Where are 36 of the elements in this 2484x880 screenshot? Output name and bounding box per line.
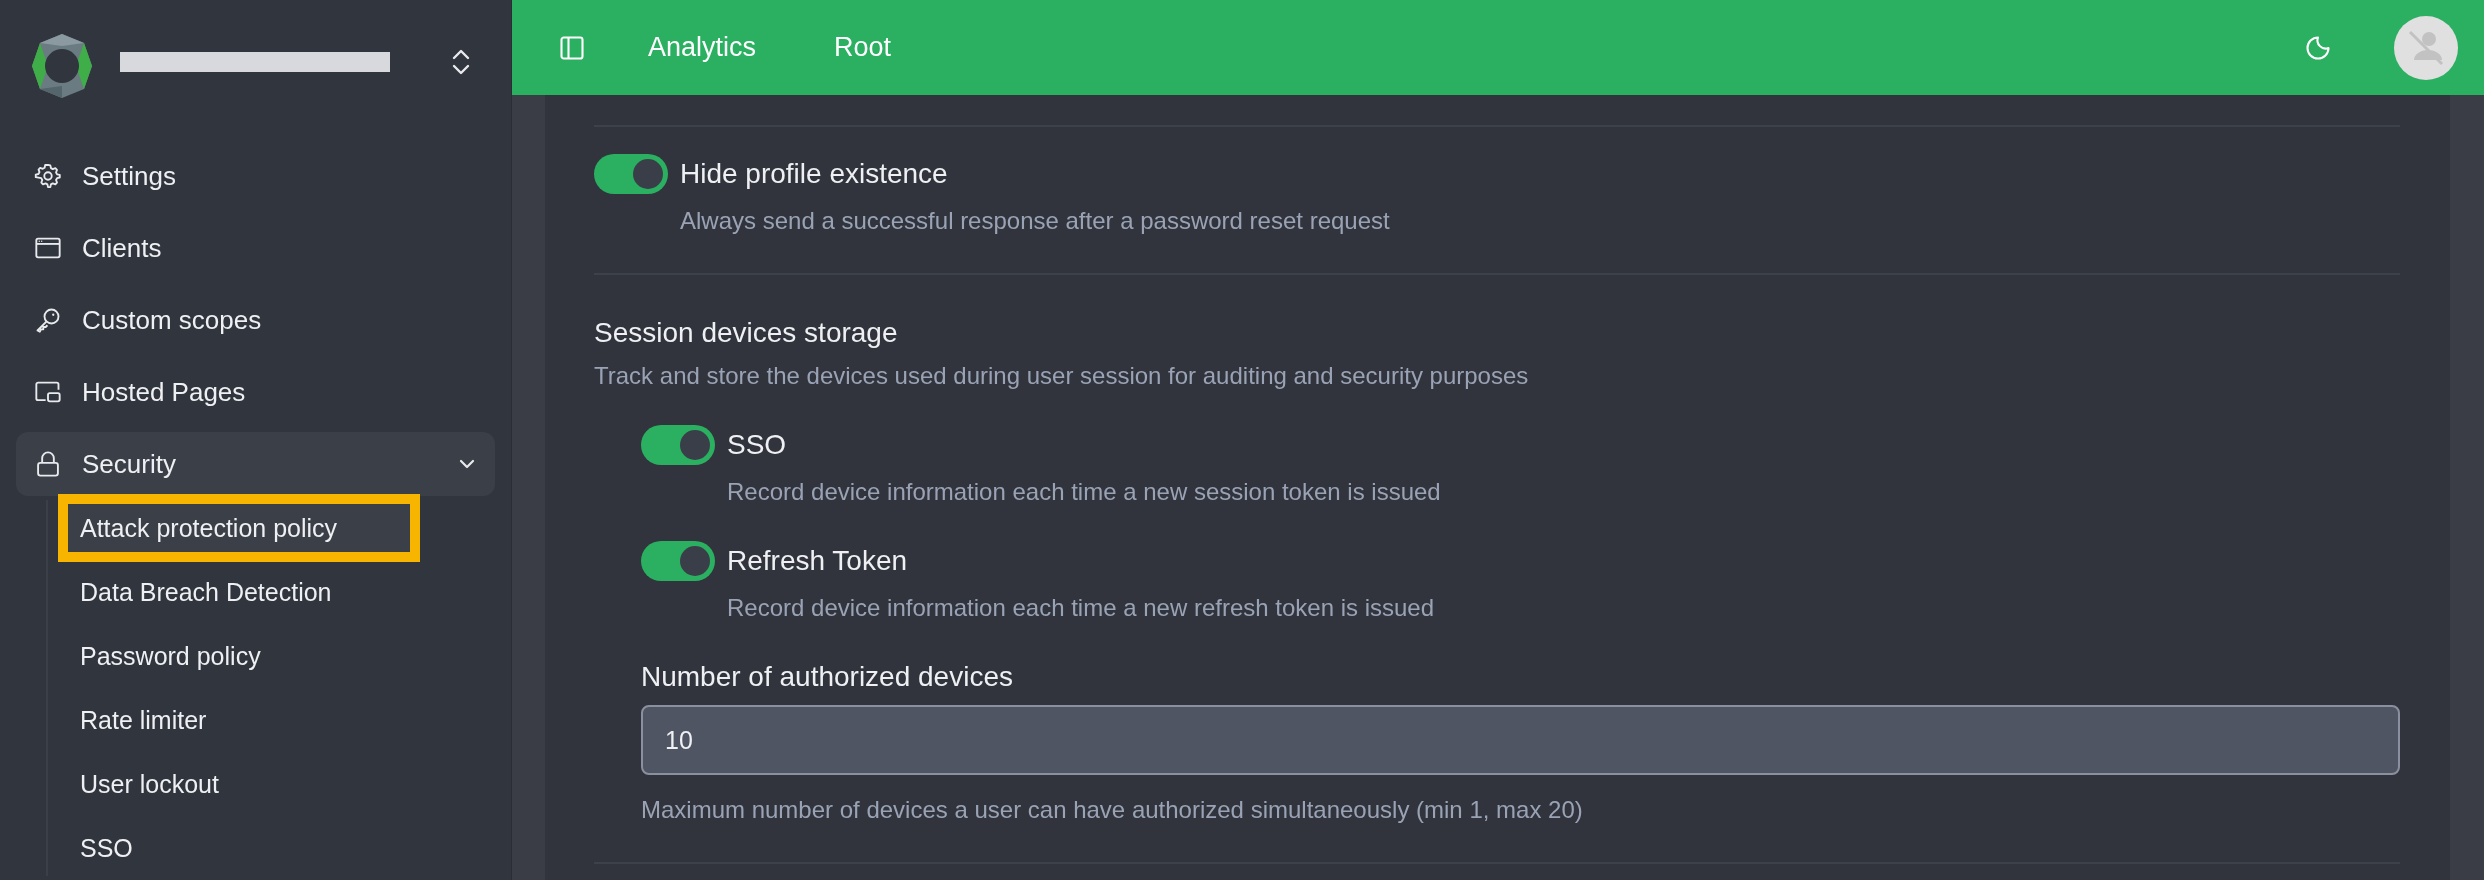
- section-description: Track and store the devices used during user session for auditing and security purposes: [594, 361, 1530, 391]
- field-label: Number of authorized devices: [641, 660, 1014, 694]
- setting-description: Record device information each time a new session token is issued: [727, 477, 1441, 507]
- sidebar-subitem[interactable]: Rate limiter: [64, 692, 426, 748]
- setting-label: Hide profile existence: [680, 157, 949, 191]
- sidebar-subitem[interactable]: SSO: [64, 820, 426, 876]
- sidebar-subitem[interactable]: Data Breach Detection: [64, 564, 426, 620]
- setting-description: Record device information each time a new refresh token is issued: [727, 593, 1434, 623]
- toggle-switch[interactable]: [594, 154, 668, 194]
- key-icon: [34, 306, 62, 334]
- chevron-up-down-icon[interactable]: [451, 48, 471, 76]
- sidebar-item-label: Clients: [82, 232, 162, 264]
- logo-icon: [32, 34, 92, 98]
- field-help-text: Maximum number of devices a user can have authorized simultaneously (min 1, max 20): [641, 795, 1584, 825]
- sidebar-item[interactable]: Security: [16, 432, 495, 496]
- sidebar-subitem[interactable]: User lockout: [64, 756, 426, 812]
- sidebar-item[interactable]: Hosted Pages: [16, 360, 495, 424]
- toggle-switch[interactable]: [641, 425, 715, 465]
- sidebar-toggle-icon[interactable]: [558, 33, 586, 62]
- input-field[interactable]: 10: [641, 705, 2400, 775]
- lock-icon: [34, 450, 62, 478]
- setting-description: Always send a successful response after a password reset request: [680, 206, 1390, 236]
- sidebar-item-label: Security: [82, 448, 176, 480]
- sidebar-subitem[interactable]: Password policy: [64, 628, 426, 684]
- sidebar-item-label: Hosted Pages: [82, 376, 246, 408]
- sidebar-item[interactable]: Clients: [16, 216, 495, 280]
- toggle-switch[interactable]: [641, 541, 715, 581]
- sidebar-item[interactable]: Custom scopes: [16, 288, 495, 352]
- sidebar-item-label: Settings: [82, 160, 176, 192]
- setting-label: SSO: [727, 428, 788, 462]
- setting-label: Refresh Token: [727, 544, 909, 578]
- section-title: Session devices storage: [594, 316, 899, 350]
- moon-icon[interactable]: [2304, 33, 2332, 62]
- settings-icon: [34, 162, 62, 190]
- sidebar-item-label: Custom scopes: [82, 304, 262, 336]
- sidebar-item[interactable]: Settings: [16, 144, 495, 208]
